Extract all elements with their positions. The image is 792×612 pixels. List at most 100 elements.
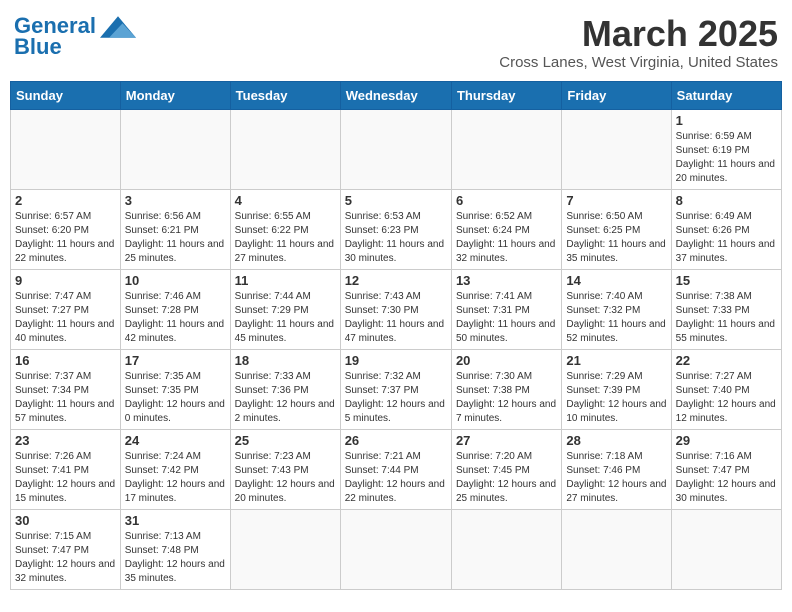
day-info: Sunrise: 7:33 AM Sunset: 7:36 PM Dayligh… (235, 370, 336, 426)
day-info: Sunrise: 6:56 AM Sunset: 6:21 PM Dayligh… (125, 210, 226, 266)
day-info: Sunrise: 6:52 AM Sunset: 6:24 PM Dayligh… (456, 210, 557, 266)
day-cell: 6 Sunrise: 6:52 AM Sunset: 6:24 PM Daylig… (451, 189, 561, 269)
week-row-2: 9 Sunrise: 7:47 AM Sunset: 7:27 PM Daylig… (11, 269, 782, 349)
day-number: 28 (566, 433, 666, 448)
day-info: Sunrise: 6:59 AM Sunset: 6:19 PM Dayligh… (676, 130, 777, 186)
day-number: 26 (345, 433, 447, 448)
day-cell: 14Sunrise: 7:40 AM Sunset: 7:32 PM Dayli… (562, 269, 671, 349)
day-info: Sunrise: 6:53 AM Sunset: 6:23 PM Dayligh… (345, 210, 447, 266)
day-info: Sunrise: 7:44 AM Sunset: 7:29 PM Dayligh… (235, 290, 336, 346)
day-number: 18 (235, 353, 336, 368)
weekday-header-saturday: Saturday (671, 81, 781, 109)
weekday-header-thursday: Thursday (451, 81, 561, 109)
day-number: 17 (125, 353, 226, 368)
day-cell: 24 Sunrise: 7:24 AM Sunset: 7:42 PM Dayli… (120, 429, 230, 509)
day-cell (451, 509, 561, 589)
week-row-0: 1 Sunrise: 6:59 AM Sunset: 6:19 PM Daylig… (11, 109, 782, 189)
day-number: 29 (676, 433, 777, 448)
day-cell: 3 Sunrise: 6:56 AM Sunset: 6:21 PM Daylig… (120, 189, 230, 269)
day-cell: 2 Sunrise: 6:57 AM Sunset: 6:20 PM Daylig… (11, 189, 121, 269)
day-number: 8 (676, 193, 777, 208)
day-number: 12 (345, 273, 447, 288)
day-cell: 16Sunrise: 7:37 AM Sunset: 7:34 PM Dayli… (11, 349, 121, 429)
title-area: March 2025 Cross Lanes, West Virginia, U… (499, 14, 778, 71)
day-cell: 10 Sunrise: 7:46 AM Sunset: 7:28 PM Dayli… (120, 269, 230, 349)
day-number: 2 (15, 193, 116, 208)
day-cell (340, 109, 451, 189)
day-number: 30 (15, 513, 116, 528)
weekday-header-tuesday: Tuesday (230, 81, 340, 109)
day-cell: 12Sunrise: 7:43 AM Sunset: 7:30 PM Dayli… (340, 269, 451, 349)
day-number: 5 (345, 193, 447, 208)
logo-icon (100, 16, 136, 38)
day-cell: 9 Sunrise: 7:47 AM Sunset: 7:27 PM Daylig… (11, 269, 121, 349)
day-cell: 19 Sunrise: 7:32 AM Sunset: 7:37 PM Dayli… (340, 349, 451, 429)
day-cell: 29Sunrise: 7:16 AM Sunset: 7:47 PM Dayli… (671, 429, 781, 509)
day-number: 4 (235, 193, 336, 208)
day-number: 22 (676, 353, 777, 368)
day-number: 16 (15, 353, 116, 368)
day-info: Sunrise: 6:50 AM Sunset: 6:25 PM Dayligh… (566, 210, 666, 266)
day-number: 23 (15, 433, 116, 448)
day-cell (120, 109, 230, 189)
day-number: 10 (125, 273, 226, 288)
day-info: Sunrise: 7:46 AM Sunset: 7:28 PM Dayligh… (125, 290, 226, 346)
day-cell: 11 Sunrise: 7:44 AM Sunset: 7:29 PM Dayli… (230, 269, 340, 349)
day-number: 1 (676, 113, 777, 128)
day-number: 21 (566, 353, 666, 368)
day-cell: 18 Sunrise: 7:33 AM Sunset: 7:36 PM Dayli… (230, 349, 340, 429)
day-cell (671, 509, 781, 589)
day-cell: 8Sunrise: 6:49 AM Sunset: 6:26 PM Daylig… (671, 189, 781, 269)
day-cell: 27Sunrise: 7:20 AM Sunset: 7:45 PM Dayli… (451, 429, 561, 509)
day-cell (451, 109, 561, 189)
day-info: Sunrise: 6:55 AM Sunset: 6:22 PM Dayligh… (235, 210, 336, 266)
day-number: 11 (235, 273, 336, 288)
day-info: Sunrise: 7:15 AM Sunset: 7:47 PM Dayligh… (15, 530, 116, 586)
weekday-header-monday: Monday (120, 81, 230, 109)
day-info: Sunrise: 7:24 AM Sunset: 7:42 PM Dayligh… (125, 450, 226, 506)
day-cell: 4 Sunrise: 6:55 AM Sunset: 6:22 PM Daylig… (230, 189, 340, 269)
day-cell (562, 509, 671, 589)
day-number: 15 (676, 273, 777, 288)
day-info: Sunrise: 7:26 AM Sunset: 7:41 PM Dayligh… (15, 450, 116, 506)
day-number: 6 (456, 193, 557, 208)
day-info: Sunrise: 7:21 AM Sunset: 7:44 PM Dayligh… (345, 450, 447, 506)
day-number: 9 (15, 273, 116, 288)
day-cell: 7 Sunrise: 6:50 AM Sunset: 6:25 PM Daylig… (562, 189, 671, 269)
day-cell (230, 509, 340, 589)
day-info: Sunrise: 7:35 AM Sunset: 7:35 PM Dayligh… (125, 370, 226, 426)
day-number: 13 (456, 273, 557, 288)
day-cell: 28 Sunrise: 7:18 AM Sunset: 7:46 PM Dayli… (562, 429, 671, 509)
day-info: Sunrise: 7:40 AM Sunset: 7:32 PM Dayligh… (566, 290, 666, 346)
day-cell: 1 Sunrise: 6:59 AM Sunset: 6:19 PM Daylig… (671, 109, 781, 189)
weekday-header-friday: Friday (562, 81, 671, 109)
weekday-header-row: SundayMondayTuesdayWednesdayThursdayFrid… (11, 81, 782, 109)
day-info: Sunrise: 7:13 AM Sunset: 7:48 PM Dayligh… (125, 530, 226, 586)
day-cell: 13 Sunrise: 7:41 AM Sunset: 7:31 PM Dayli… (451, 269, 561, 349)
day-info: Sunrise: 6:57 AM Sunset: 6:20 PM Dayligh… (15, 210, 116, 266)
day-cell: 15 Sunrise: 7:38 AM Sunset: 7:33 PM Dayli… (671, 269, 781, 349)
logo-blue: Blue (14, 34, 62, 60)
day-info: Sunrise: 7:23 AM Sunset: 7:43 PM Dayligh… (235, 450, 336, 506)
day-info: Sunrise: 7:18 AM Sunset: 7:46 PM Dayligh… (566, 450, 666, 506)
day-cell: 31 Sunrise: 7:13 AM Sunset: 7:48 PM Dayli… (120, 509, 230, 589)
day-cell: 17 Sunrise: 7:35 AM Sunset: 7:35 PM Dayli… (120, 349, 230, 429)
week-row-5: 30 Sunrise: 7:15 AM Sunset: 7:47 PM Dayli… (11, 509, 782, 589)
day-number: 31 (125, 513, 226, 528)
day-number: 20 (456, 353, 557, 368)
day-cell: 26 Sunrise: 7:21 AM Sunset: 7:44 PM Dayli… (340, 429, 451, 509)
day-info: Sunrise: 7:38 AM Sunset: 7:33 PM Dayligh… (676, 290, 777, 346)
week-row-4: 23 Sunrise: 7:26 AM Sunset: 7:41 PM Dayli… (11, 429, 782, 509)
day-info: Sunrise: 7:41 AM Sunset: 7:31 PM Dayligh… (456, 290, 557, 346)
day-number: 19 (345, 353, 447, 368)
calendar: SundayMondayTuesdayWednesdayThursdayFrid… (10, 81, 782, 590)
day-cell (562, 109, 671, 189)
day-number: 3 (125, 193, 226, 208)
weekday-header-sunday: Sunday (11, 81, 121, 109)
day-info: Sunrise: 7:32 AM Sunset: 7:37 PM Dayligh… (345, 370, 447, 426)
day-number: 24 (125, 433, 226, 448)
week-row-1: 2 Sunrise: 6:57 AM Sunset: 6:20 PM Daylig… (11, 189, 782, 269)
day-number: 7 (566, 193, 666, 208)
day-cell: 25Sunrise: 7:23 AM Sunset: 7:43 PM Dayli… (230, 429, 340, 509)
day-info: Sunrise: 7:47 AM Sunset: 7:27 PM Dayligh… (15, 290, 116, 346)
